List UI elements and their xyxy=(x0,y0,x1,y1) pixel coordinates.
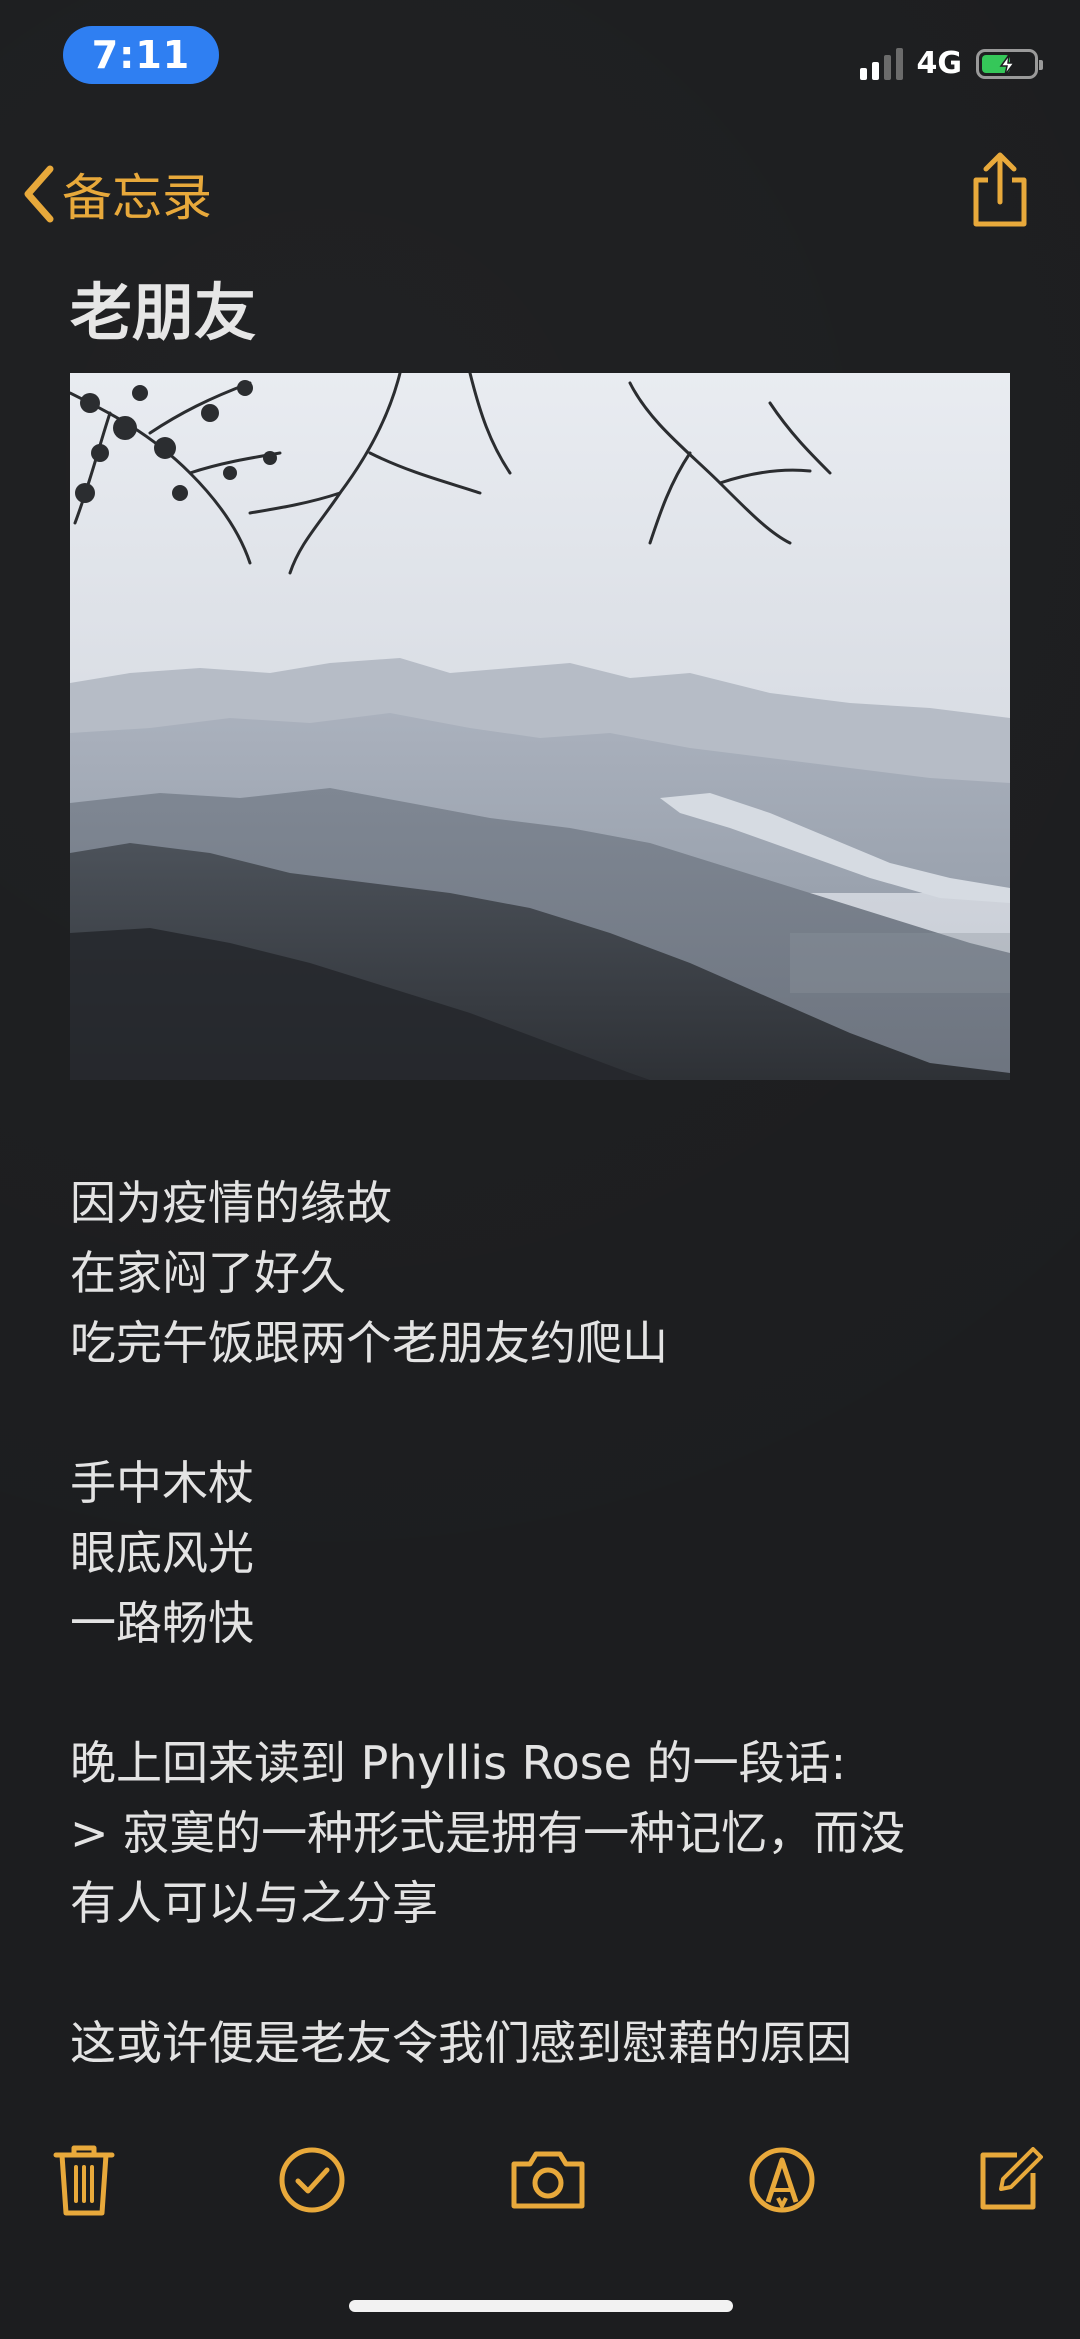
note-line: 一路畅快 xyxy=(70,1596,254,1650)
note-photo[interactable] xyxy=(70,373,1010,1080)
compose-button[interactable] xyxy=(968,2138,1052,2222)
landscape-photo xyxy=(70,373,1010,1080)
note-line: 有人可以与之分享 xyxy=(70,1876,438,1930)
trash-icon xyxy=(53,2145,115,2216)
battery-charging-icon xyxy=(976,48,1043,79)
home-indicator[interactable] xyxy=(349,2300,733,2312)
checklist-icon xyxy=(279,2147,345,2213)
delete-button[interactable] xyxy=(42,2138,126,2222)
note-line: > 寂寞的一种形式是拥有一种记忆，而没 xyxy=(70,1806,906,1860)
note-line: 吃完午饭跟两个老朋友约爬山 xyxy=(70,1316,668,1370)
note-body[interactable]: 因为疫情的缘故 在家闷了好久 吃完午饭跟两个老朋友约爬山 手中木杖 眼底风光 一… xyxy=(70,1168,1030,2078)
network-type: 4G xyxy=(916,46,963,81)
camera-button[interactable] xyxy=(506,2138,590,2222)
status-time[interactable]: 7:11 xyxy=(63,26,219,84)
note-line: 因为疫情的缘故 xyxy=(70,1176,392,1230)
markup-button[interactable] xyxy=(740,2138,824,2222)
status-indicators: 4G xyxy=(859,46,1043,81)
back-label: 备忘录 xyxy=(62,169,212,227)
cellular-signal-icon xyxy=(859,47,903,80)
chevron-left-icon xyxy=(24,165,54,223)
note-line: 这或许便是老友令我们感到慰藉的原因 xyxy=(70,2016,852,2070)
share-button[interactable] xyxy=(968,152,1032,228)
note-blank-line xyxy=(70,1378,1030,1448)
note-blank-line xyxy=(70,1938,1030,2008)
note-line: 手中木杖 xyxy=(70,1456,254,1510)
note-line: 晚上回来读到 Phyllis Rose 的一段话: xyxy=(70,1736,847,1790)
note-title[interactable]: 老朋友 xyxy=(70,262,256,352)
notes-screen: 7:11 4G 备忘录 老朋友 因为疫情的缘故 在家闷了好久 吃完午饭跟两个老朋… xyxy=(0,0,1080,2339)
markup-icon xyxy=(749,2147,815,2213)
share-icon xyxy=(973,152,1027,227)
note-line: 眼底风光 xyxy=(70,1526,254,1580)
checklist-button[interactable] xyxy=(270,2138,354,2222)
note-line: 在家闷了好久 xyxy=(70,1246,346,1300)
compose-icon xyxy=(980,2147,1043,2210)
back-button[interactable]: 备忘录 xyxy=(22,158,212,230)
note-blank-line xyxy=(70,1658,1030,1728)
camera-icon xyxy=(511,2151,585,2209)
bottom-toolbar xyxy=(0,2138,1080,2222)
